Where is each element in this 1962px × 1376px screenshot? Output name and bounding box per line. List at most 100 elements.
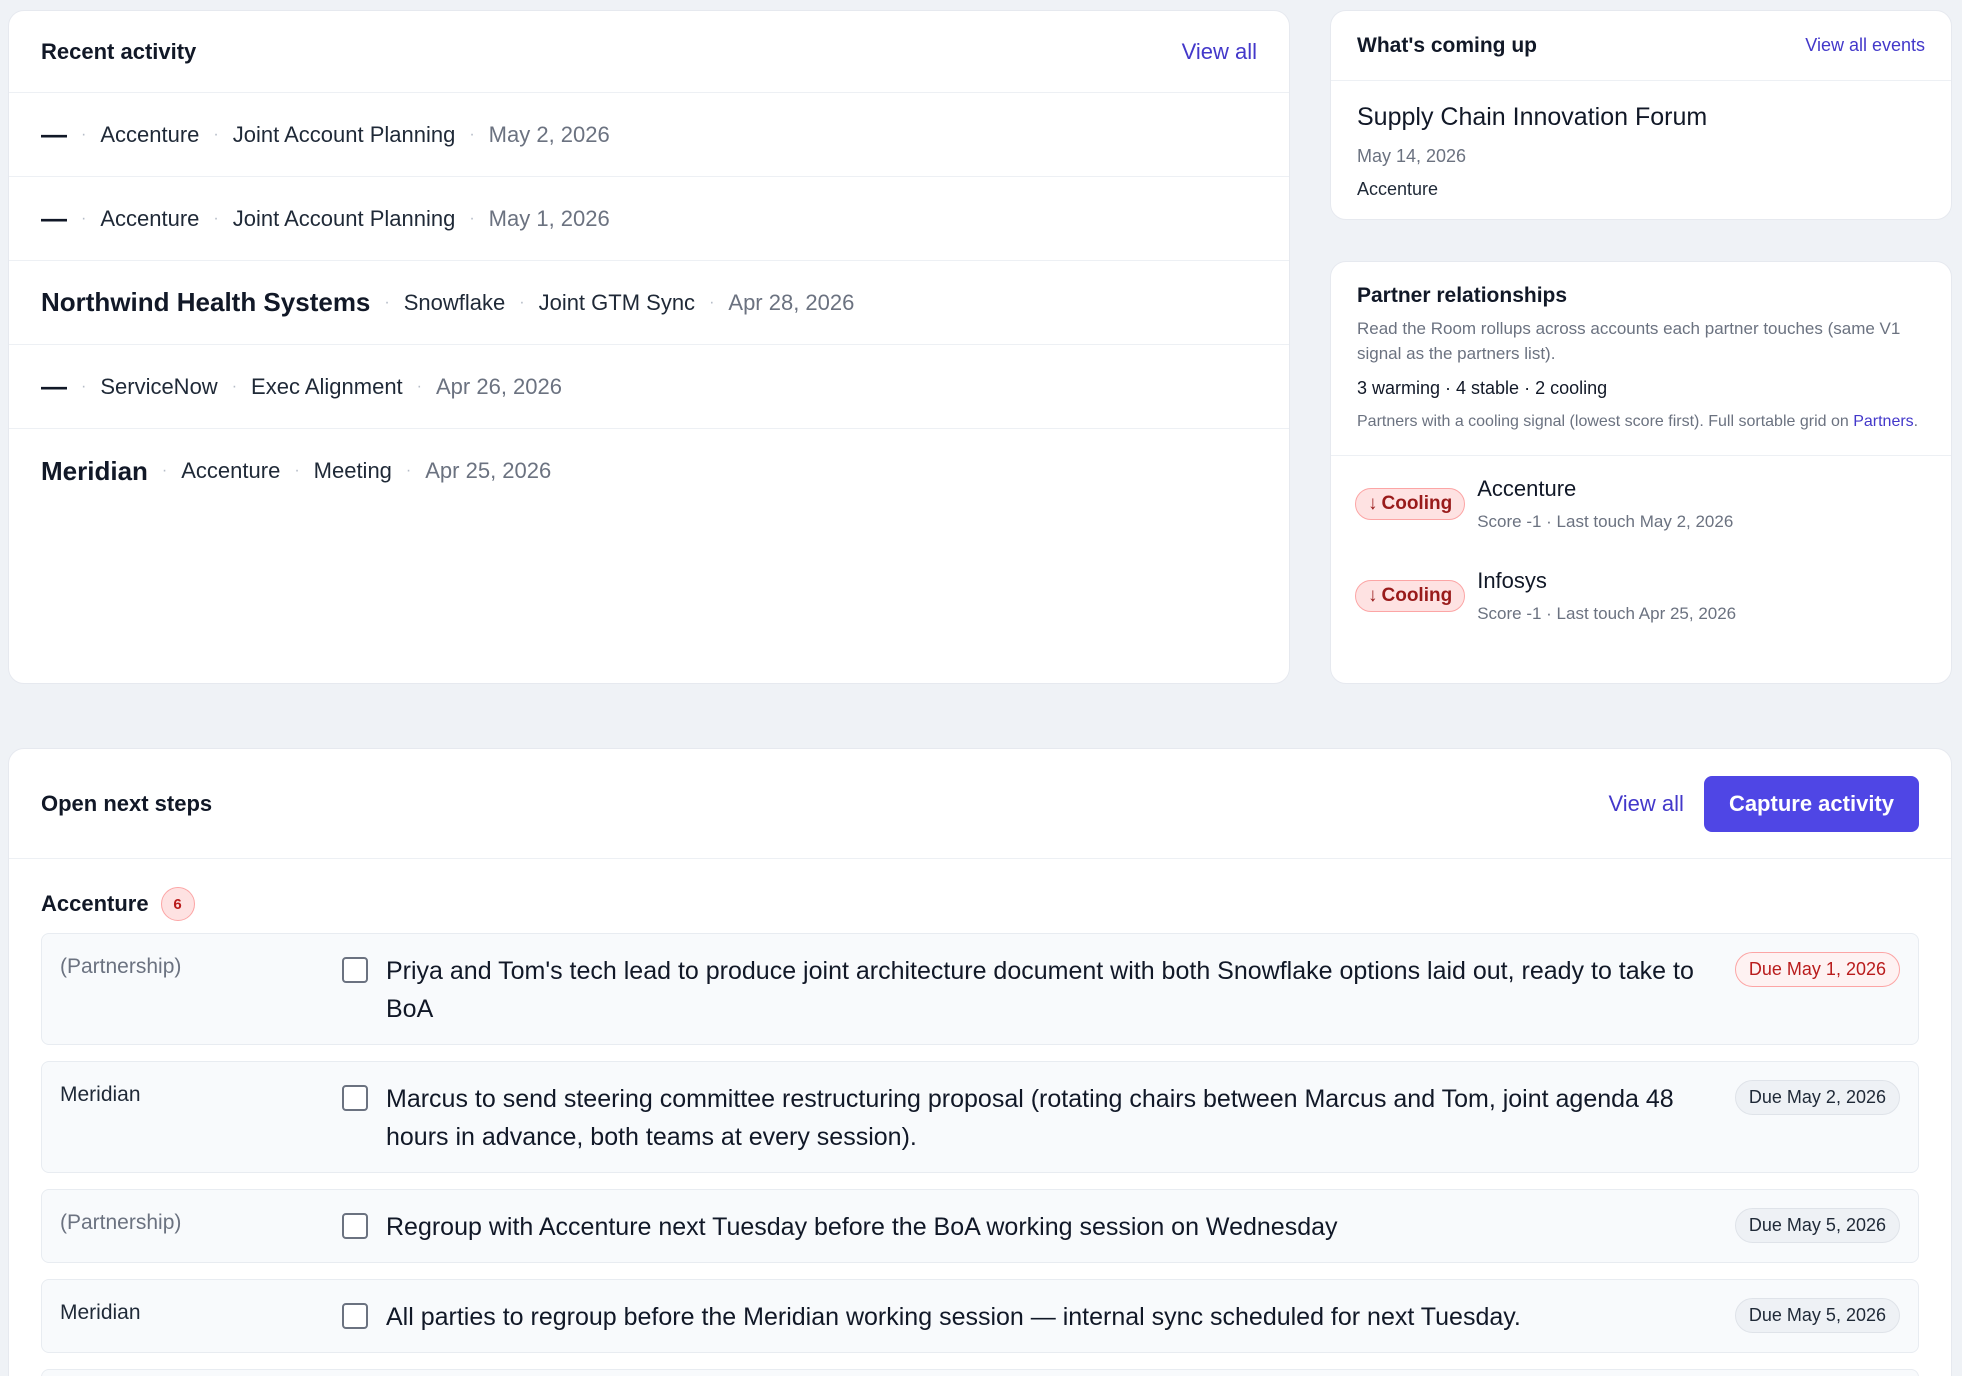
separator-dot: · xyxy=(213,125,219,143)
task-checkbox[interactable] xyxy=(342,1303,368,1329)
activity-type: Meeting xyxy=(313,458,392,483)
activity-partner: Accenture xyxy=(100,121,200,147)
open-next-steps-card: Open next steps View all Capture activit… xyxy=(8,748,1952,1376)
activity-partner: ServiceNow xyxy=(100,373,218,399)
activity-partner: Accenture xyxy=(100,205,200,231)
partner-meta: Score -1 · Last touch May 2, 2026 xyxy=(1477,512,1734,531)
separator-dot: · xyxy=(405,462,412,479)
upcoming-header: What's coming up View all events xyxy=(1331,11,1951,81)
arrow-down-icon: ↓ xyxy=(1368,493,1378,514)
task-text: Marcus to send steering committee restru… xyxy=(386,1085,1674,1151)
activity-row[interactable]: — · ServiceNow · Exec Alignment · Apr 26… xyxy=(9,345,1289,429)
activity-row[interactable]: — · Accenture · Joint Account Planning ·… xyxy=(9,177,1289,261)
capture-activity-button[interactable]: Capture activity xyxy=(1703,775,1919,832)
group-header: Accenture 6 xyxy=(9,859,1951,933)
event-partner: Accenture xyxy=(1357,179,1439,199)
activity-date: Apr 28, 2026 xyxy=(728,289,855,315)
recent-activity-card: Recent activity View all — · Accenture ·… xyxy=(8,10,1290,684)
activity-partner: Snowflake xyxy=(403,289,506,315)
event-date: May 14, 2026 xyxy=(1357,146,1467,166)
next-steps-header: Open next steps View all Capture activit… xyxy=(9,749,1951,859)
separator-dot: · xyxy=(709,293,715,311)
group-count-badge: 6 xyxy=(160,887,195,921)
upcoming-title: What's coming up xyxy=(1357,33,1537,57)
partner-row[interactable]: ↓ Cooling Accenture Score -1 · Last touch… xyxy=(1331,456,1951,548)
partner-relationships-description: Read the Room rollups across accounts ea… xyxy=(1357,319,1901,363)
cooling-badge: ↓ Cooling xyxy=(1355,488,1466,520)
activity-row[interactable]: Northwind Health Systems · Snowflake · J… xyxy=(9,261,1289,345)
cooling-badge-label: Cooling xyxy=(1381,493,1453,514)
partner-relationships-header: Partner relationships Read the Room roll… xyxy=(1331,262,1951,456)
cooling-badge: ↓ Cooling xyxy=(1355,580,1466,612)
task-row: (Partnership) Priya and Tom's tech lead … xyxy=(41,933,1919,1045)
arrow-down-icon: ↓ xyxy=(1368,585,1378,606)
activity-date: Apr 25, 2026 xyxy=(425,458,552,483)
partner-info: Accenture Score -1 · Last touch May 2, 2… xyxy=(1477,476,1733,532)
cooling-badge-label: Cooling xyxy=(1381,585,1453,606)
activity-type: Joint GTM Sync xyxy=(538,289,696,315)
task-text: Priya and Tom's tech lead to produce joi… xyxy=(386,957,1694,1023)
activity-account: — xyxy=(41,371,67,401)
task-text: Regroup with Accenture next Tuesday befo… xyxy=(386,1213,1338,1241)
activity-type: Joint Account Planning xyxy=(232,121,456,147)
cooling-note-text: Partners with a cooling signal (lowest s… xyxy=(1357,413,1854,430)
partner-info: Infosys Score -1 · Last touch Apr 25, 20… xyxy=(1477,568,1736,624)
partner-name: Infosys xyxy=(1477,568,1547,593)
task-checkbox[interactable] xyxy=(342,1085,368,1111)
event-item[interactable]: Supply Chain Innovation Forum May 14, 20… xyxy=(1331,81,1951,219)
partner-meta: Score -1 · Last touch Apr 25, 2026 xyxy=(1477,604,1737,623)
task-row: (Partnership) Regroup with Accenture nex… xyxy=(41,1189,1919,1263)
activity-date: May 2, 2026 xyxy=(488,121,610,147)
separator-dot: · xyxy=(294,462,300,479)
due-badge: Due May 5, 2026 xyxy=(1734,1298,1900,1333)
separator-dot: · xyxy=(231,377,238,395)
task-row: Meridian All parties to regroup before t… xyxy=(41,1279,1919,1353)
separator-dot: · xyxy=(469,125,475,143)
separator-dot: · xyxy=(469,209,475,227)
cooling-note-suffix: . xyxy=(1913,413,1919,430)
task-checkbox[interactable] xyxy=(342,957,368,983)
task-row-partial xyxy=(41,1369,1919,1376)
partners-link[interactable]: Partners xyxy=(1853,413,1913,430)
event-name: Supply Chain Innovation Forum xyxy=(1357,103,1708,131)
next-steps-view-all-link[interactable]: View all xyxy=(1609,791,1684,817)
partner-relationships-title: Partner relationships xyxy=(1357,284,1568,307)
recent-activity-title: Recent activity xyxy=(41,38,197,64)
separator-dot: · xyxy=(81,209,87,227)
recent-activity-list: — · Accenture · Joint Account Planning ·… xyxy=(9,93,1289,513)
activity-account: Northwind Health Systems xyxy=(41,287,371,317)
activity-row[interactable]: Meridian · Accenture · Meeting · Apr 25,… xyxy=(9,429,1289,513)
partner-row[interactable]: ↓ Cooling Infosys Score -1 · Last touch A… xyxy=(1331,548,1951,640)
group-name: Accenture xyxy=(41,891,149,916)
task-account: Meridian xyxy=(60,1301,141,1324)
activity-date: May 1, 2026 xyxy=(488,205,610,231)
next-steps-actions: View all Capture activity xyxy=(1609,775,1919,832)
separator-dot: · xyxy=(384,293,390,311)
separator-dot: · xyxy=(81,377,87,395)
task-account: (Partnership) xyxy=(60,1211,182,1234)
task-account: (Partnership) xyxy=(60,955,182,978)
view-all-events-link[interactable]: View all events xyxy=(1805,35,1925,56)
task-row: Meridian Marcus to send steering committ… xyxy=(41,1061,1919,1173)
separator-dot: · xyxy=(161,462,168,479)
due-badge: Due May 5, 2026 xyxy=(1734,1208,1900,1243)
activity-partner: Accenture xyxy=(181,458,281,483)
upcoming-events-card: What's coming up View all events Supply … xyxy=(1330,10,1952,220)
partner-relationships-card: Partner relationships Read the Room roll… xyxy=(1330,261,1952,684)
activity-row[interactable]: — · Accenture · Joint Account Planning ·… xyxy=(9,93,1289,177)
task-text: All parties to regroup before the Meridi… xyxy=(386,1303,1521,1331)
partner-name: Accenture xyxy=(1477,476,1577,501)
activity-account: — xyxy=(41,203,67,233)
relationship-counts: 3 warming · 4 stable · 2 cooling xyxy=(1357,378,1608,398)
activity-type: Joint Account Planning xyxy=(232,205,456,231)
separator-dot: · xyxy=(81,125,87,143)
due-badge: Due May 2, 2026 xyxy=(1734,1080,1900,1115)
task-account: Meridian xyxy=(60,1083,141,1106)
activity-account: — xyxy=(41,119,67,149)
recent-activity-view-all-link[interactable]: View all xyxy=(1182,39,1257,65)
cooling-note: Partners with a cooling signal (lowest s… xyxy=(1357,409,1925,435)
separator-dot: · xyxy=(213,209,219,227)
due-badge: Due May 1, 2026 xyxy=(1734,952,1900,987)
task-checkbox[interactable] xyxy=(342,1213,368,1239)
next-steps-title: Open next steps xyxy=(41,790,213,816)
